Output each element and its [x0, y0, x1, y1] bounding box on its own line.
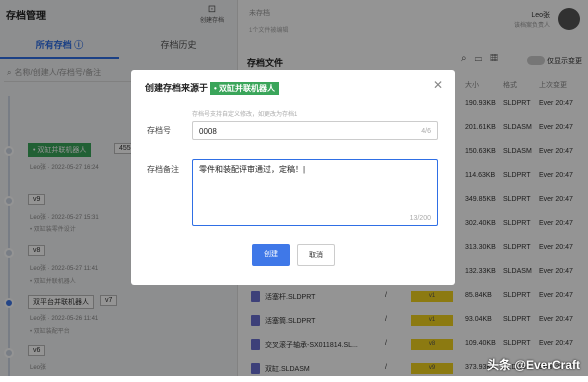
- remark-label: 存档备注: [147, 165, 179, 174]
- archive-no-label: 存档号: [147, 126, 171, 135]
- source-badge: • 双缸并联机器人: [210, 82, 280, 95]
- char-counter: 4/6: [421, 128, 431, 135]
- char-counter: 13/200: [409, 215, 431, 222]
- close-icon[interactable]: ✕: [433, 78, 443, 92]
- cancel-button[interactable]: 取消: [297, 244, 335, 266]
- hint-text: 存档号支持自定义修改，如更改为存档1: [192, 112, 298, 118]
- watermark: 头条 @EverCraft: [486, 358, 580, 372]
- create-archive-dialog: 创建存档来源于 • 双缸并联机器人 ✕ 存档号支持自定义修改，如更改为存档1 存档…: [131, 70, 455, 285]
- archive-no-field[interactable]: 0008 4/6: [192, 121, 438, 140]
- dialog-title: 创建存档来源于 • 双缸并联机器人: [145, 81, 280, 95]
- text-cursor: |: [303, 165, 306, 174]
- create-button[interactable]: 创建: [252, 244, 290, 266]
- remark-textarea[interactable]: 零件和装配评审通过，定稿！| 13/200: [192, 159, 438, 226]
